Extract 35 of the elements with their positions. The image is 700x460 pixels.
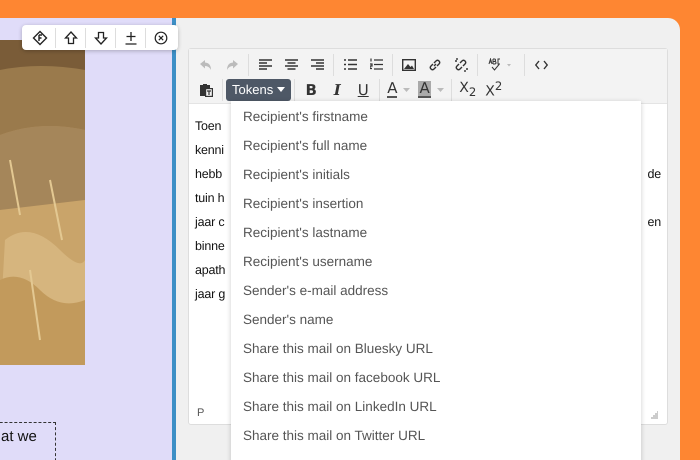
menu-item[interactable]: Sender's e-mail address <box>231 276 641 305</box>
resize-handle-icon[interactable] <box>650 410 659 419</box>
body-text: Toen <box>195 118 222 135</box>
text-color-button[interactable]: A <box>383 78 414 100</box>
menu-item[interactable]: Sender's name <box>231 305 641 334</box>
menu-item[interactable]: Recipient's username <box>231 247 641 276</box>
body-text: jaar g <box>195 286 226 303</box>
menu-item[interactable]: Recipient's insertion <box>231 189 641 218</box>
menu-item[interactable]: Share this mail on LinkedIn URL <box>231 392 641 421</box>
body-text: binne <box>195 238 225 255</box>
script-button[interactable]: X$_{2}$ <box>454 78 481 100</box>
background-color-button[interactable]: A <box>414 78 448 100</box>
element-path[interactable]: P <box>197 407 204 419</box>
menu-item[interactable]: Share this mail on Bluesky URL <box>231 334 641 363</box>
tokens-dropdown[interactable]: Tokens <box>226 78 292 100</box>
bold-button[interactable]: B <box>298 78 324 100</box>
menu-item[interactable]: Recipient's lastname <box>231 218 641 247</box>
body-text: jaar c <box>195 214 224 231</box>
italic-button[interactable]: I <box>324 78 350 100</box>
body-text: apath <box>195 262 226 279</box>
underline-button[interactable]: U <box>350 78 376 100</box>
body-text: kenni <box>195 142 224 159</box>
body-text: en <box>647 214 661 231</box>
body-text: tuin h <box>195 190 224 207</box>
body-text: at we <box>1 427 38 447</box>
menu-item[interactable]: Recipient's full name <box>231 131 641 160</box>
body-text: hebb <box>195 166 222 183</box>
text-box[interactable]: at we <box>0 422 56 460</box>
menu-item[interactable]: Recipient's initials <box>231 160 641 189</box>
caret-icon <box>277 87 286 92</box>
body-text: de <box>647 166 661 183</box>
menu-item[interactable]: Recipient's firstname <box>231 102 641 131</box>
script-button[interactable]: X$^{2}$ <box>480 78 507 100</box>
menu-item[interactable]: Share this mail on Twitter URL <box>231 421 641 450</box>
menu-item[interactable]: Share this mail on facebook URL <box>231 363 641 392</box>
